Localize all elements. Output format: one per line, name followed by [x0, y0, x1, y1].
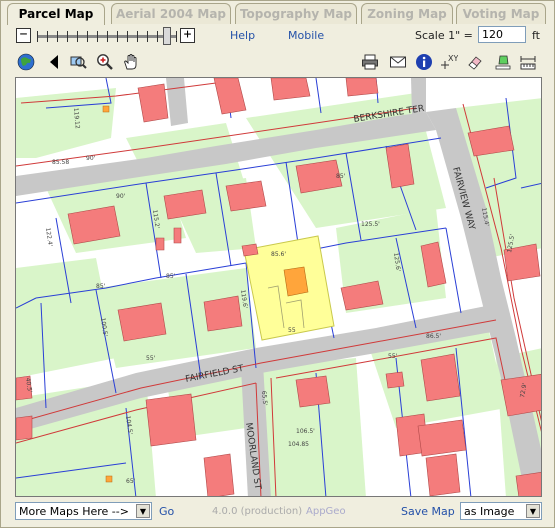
info-icon[interactable] — [415, 53, 433, 71]
map-tabs: Parcel Map Aerial 2004 Map Topography Ma… — [3, 3, 554, 25]
tab-parcel-map[interactable]: Parcel Map — [7, 3, 105, 25]
back-arrow-icon[interactable] — [46, 53, 64, 71]
save-map-link[interactable]: Save Map — [401, 505, 455, 518]
zoom-extent-icon[interactable] — [69, 53, 87, 71]
go-link[interactable]: Go — [159, 505, 174, 518]
eraser-icon[interactable] — [466, 53, 484, 71]
map-footer: More Maps Here --> ▼ Go 4.0.0 (productio… — [15, 502, 542, 522]
zoom-out-button[interactable]: − — [16, 28, 31, 43]
highlight-icon[interactable] — [494, 53, 512, 71]
version-label: 4.0.0 (production) — [212, 506, 303, 517]
svg-text:55': 55' — [146, 355, 156, 362]
email-icon[interactable] — [389, 53, 407, 71]
svg-text:85.58: 85.58 — [52, 159, 69, 166]
chevron-down-icon[interactable]: ▼ — [136, 504, 150, 518]
xy-coordinate-icon[interactable]: XY — [440, 53, 458, 71]
zoom-in-icon[interactable] — [96, 53, 114, 71]
selected-building — [283, 266, 309, 297]
zoom-slider[interactable] — [37, 27, 177, 45]
gis-map-viewer: Parcel Map Aerial 2004 Map Topography Ma… — [0, 0, 555, 528]
globe-icon[interactable] — [17, 53, 35, 71]
save-format-selected: as Image — [464, 505, 515, 518]
more-maps-selected: More Maps Here --> — [19, 505, 129, 518]
scale-unit: ft — [532, 29, 540, 42]
svg-text:85': 85' — [336, 173, 346, 180]
help-link[interactable]: Help — [230, 29, 255, 42]
svg-text:85': 85' — [96, 283, 106, 290]
scale-input[interactable] — [478, 26, 526, 43]
more-maps-select[interactable]: More Maps Here --> ▼ — [15, 502, 152, 520]
svg-text:90': 90' — [116, 193, 126, 200]
svg-text:90': 90' — [86, 155, 96, 162]
chevron-down-icon[interactable]: ▼ — [526, 504, 540, 518]
mobile-link[interactable]: Mobile — [288, 29, 324, 42]
zoom-slider-thumb[interactable] — [163, 27, 172, 45]
tab-aerial-2004-map[interactable]: Aerial 2004 Map — [111, 3, 231, 24]
print-icon[interactable] — [361, 53, 379, 71]
tab-zoning-map[interactable]: Zoning Map — [361, 3, 453, 24]
svg-text:125.5': 125.5' — [361, 221, 380, 228]
svg-text:85.6': 85.6' — [271, 251, 286, 258]
svg-text:104.85: 104.85 — [288, 441, 309, 448]
save-format-select[interactable]: as Image ▼ — [460, 502, 542, 520]
zoom-in-button[interactable]: + — [180, 28, 195, 43]
svg-text:55': 55' — [388, 353, 398, 360]
tab-topography-map[interactable]: Topography Map — [235, 3, 357, 24]
svg-text:85': 85' — [166, 273, 176, 280]
parcel-map-svg[interactable]: BERKSHIRE TER FAIRVIEW WAY FAIRFIELD ST … — [16, 78, 542, 497]
svg-text:55: 55 — [288, 327, 296, 334]
svg-text:XY: XY — [448, 54, 458, 63]
svg-text:65.5': 65.5' — [260, 391, 268, 407]
svg-text:65': 65' — [126, 478, 136, 485]
tab-voting-map[interactable]: Voting Map — [456, 3, 546, 24]
pan-hand-icon[interactable] — [122, 53, 140, 71]
parcel-map-canvas[interactable]: BERKSHIRE TER FAIRVIEW WAY FAIRFIELD ST … — [15, 77, 542, 497]
svg-text:106.5': 106.5' — [296, 428, 315, 435]
scale-label: Scale 1" = — [415, 29, 473, 42]
appgeo-credit[interactable]: AppGeo — [306, 506, 346, 517]
measure-icon[interactable] — [519, 53, 537, 71]
svg-text:86.5': 86.5' — [426, 333, 441, 340]
